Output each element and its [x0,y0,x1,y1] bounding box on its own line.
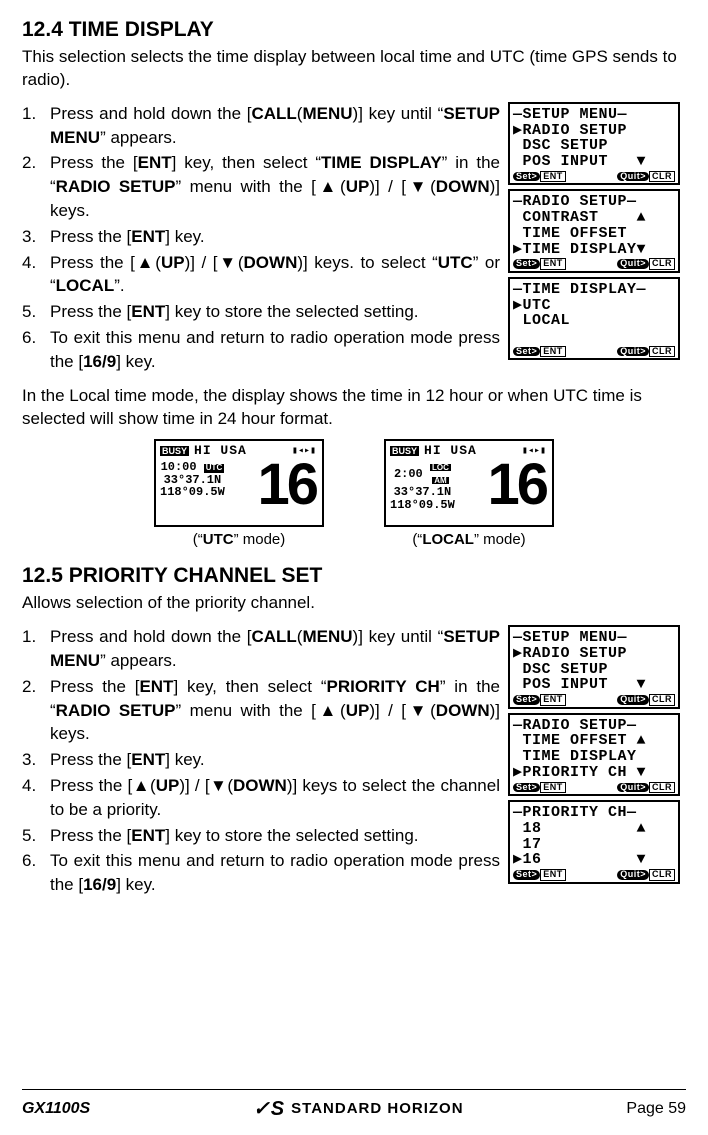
section-12-4-note: In the Local time mode, the display show… [22,384,686,432]
section-12-4-title: 12.4 TIME DISPLAY [22,18,686,42]
lcd-radio-setup-2: —RADIO SETUP— TIME OFFSET ▲ TIME DISPLAY… [508,713,680,797]
section-12-4-intro: This selection selects the time display … [22,46,686,92]
section-12-5-title: 12.5 PRIORITY CHANNEL SET [22,564,686,588]
logo-icon: ✓S [253,1096,285,1121]
section-12-5-intro: Allows selection of the priority channel… [22,592,686,615]
lcd-setup-menu: —SETUP MENU— ▶RADIO SETUP DSC SETUP POS … [508,102,680,186]
model-label: GX1100S [22,1100,90,1118]
lcd-priority-ch: —PRIORITY CH— 18 ▲ 17 ▶16 ▼ Set>ENT Quit… [508,800,680,884]
section-12-4-steps: 1.Press and hold down the [CALL(MENU)] k… [22,102,500,374]
channel-display-local: BUSY HI USA ▮◂▸▮ 2:00 LOCAM 33°37.1N 118… [384,439,554,527]
brand-logo: ✓S STANDARD HORIZON [253,1096,464,1121]
lcd-radio-setup: —RADIO SETUP— CONTRAST ▲ TIME OFFSET ▶TI… [508,189,680,273]
section-12-5-steps: 1.Press and hold down the [CALL(MENU)] k… [22,625,500,897]
channel-display-utc: BUSY HI USA ▮◂▸▮ 10:00 UTC 33°37.1N 118°… [154,439,324,527]
page-footer: GX1100S ✓S STANDARD HORIZON Page 59 [22,1089,686,1121]
page-number: Page 59 [626,1100,686,1118]
lcd-setup-menu-2: —SETUP MENU— ▶RADIO SETUP DSC SETUP POS … [508,625,680,709]
lcd-time-display: —TIME DISPLAY— ▶UTC LOCAL Set>ENT Quit>C… [508,277,680,361]
